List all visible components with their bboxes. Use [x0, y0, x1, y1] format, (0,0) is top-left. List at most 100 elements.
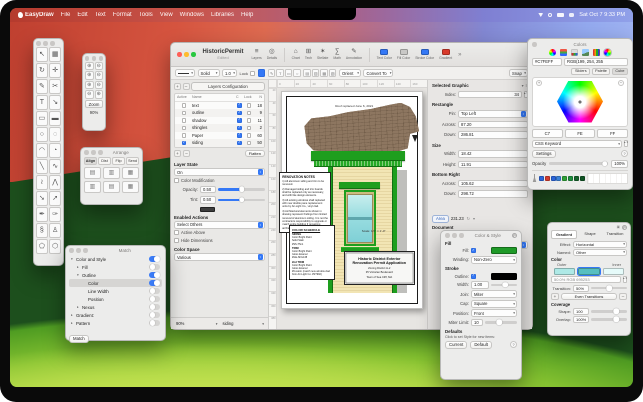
color-view-button[interactable]: Cube [611, 67, 628, 75]
title-block[interactable]: Historic District Exterior Renovation Pe… [343, 250, 415, 286]
layer-active-checkbox[interactable] [181, 103, 187, 108]
zoom-button[interactable]: ⊕ [85, 80, 94, 89]
layer-lock-checkbox[interactable] [246, 125, 252, 130]
zoom-button[interactable]: ⊖ [94, 61, 103, 70]
flatten-button[interactable]: Flatten [244, 150, 265, 157]
outline-checkbox[interactable] [471, 273, 476, 279]
color-schedule-box[interactable]: COLOR SCHEDULE SIDING Color Bright Paint… [289, 224, 336, 280]
eyedropper-icon[interactable] [532, 174, 537, 182]
color-swatch[interactable] [573, 175, 579, 181]
shape-field[interactable]: 100 [573, 307, 589, 315]
rgb-field[interactable]: RGB(199, 254, 255 [564, 58, 628, 66]
even-transitions-button[interactable]: Even Transitions [561, 293, 617, 301]
layer-active-checkbox[interactable] [181, 110, 187, 115]
tool-button[interactable]: ▬ [49, 111, 61, 126]
window-controls[interactable] [177, 52, 196, 57]
add-transition-button[interactable]: + [551, 293, 559, 301]
match-titlebar[interactable]: Match [69, 248, 162, 253]
tint-field[interactable]: 0.50 [200, 196, 216, 204]
named-dropdown[interactable]: Other [573, 248, 627, 256]
hide-dimensions-checkbox[interactable] [174, 238, 179, 243]
style-mini-button[interactable]: T [276, 69, 284, 77]
layer-row[interactable]: shingles 2 [175, 124, 264, 132]
arrange-tab[interactable]: Flip [112, 156, 125, 165]
overlap-field[interactable]: 100% [573, 315, 589, 323]
gradient-swatch[interactable] [577, 266, 601, 276]
zoom-button[interactable]: ⊕ [94, 90, 103, 99]
recalc-icon[interactable]: ↻ [467, 216, 470, 221]
color-cube-picker[interactable]: + − [532, 76, 628, 127]
across-field[interactable]: 87.20 [458, 120, 528, 128]
menu-item[interactable]: Libraries [211, 12, 234, 18]
window-shape[interactable] [343, 190, 376, 247]
remove-layer-button[interactable]: – [182, 83, 190, 90]
color-image-icon[interactable] [582, 49, 589, 56]
arrange-titlebar[interactable]: Arrange [84, 150, 139, 155]
menu-item[interactable]: View [160, 12, 173, 18]
style-mini-button[interactable]: ✎ [267, 69, 276, 77]
pin-dropdown[interactable]: Top Left [458, 109, 528, 118]
down-field[interactable]: 286.81 [458, 131, 528, 139]
gradient-stop-field[interactable]: 50.0% RGB 695253 [551, 276, 621, 284]
color-sliders-icon[interactable] [560, 49, 567, 56]
tool-button[interactable]: ∿ [49, 159, 61, 174]
match-row[interactable]: ▸ Fill [69, 263, 162, 271]
toolbar-button[interactable]: ∑ Math [333, 48, 341, 60]
shape-slider[interactable] [591, 310, 627, 313]
layer-color-checkbox[interactable] [237, 133, 242, 138]
arrange-button[interactable]: ▦ [122, 180, 139, 193]
color-cube-icon[interactable] [604, 49, 611, 56]
menu-item[interactable]: Format [113, 12, 132, 18]
match-toggle[interactable] [149, 255, 160, 263]
tool-button[interactable]: ↻ [36, 63, 48, 78]
control-center-icon[interactable] [569, 13, 575, 17]
colors-titlebar[interactable]: Colors [532, 41, 628, 48]
toolbar-button[interactable]: ✶ Stellate [317, 48, 328, 60]
arrange-button[interactable]: ▤ [103, 180, 120, 193]
layer-row[interactable]: siding 50 [175, 139, 264, 147]
transition-slider[interactable] [591, 286, 627, 290]
layer-color-checkbox[interactable] [237, 125, 242, 130]
layer-row[interactable]: text 18 [175, 102, 264, 110]
layer-color-checkbox[interactable] [237, 110, 242, 115]
help-button[interactable]: ? [510, 341, 517, 348]
miter-limit-slider[interactable] [485, 321, 517, 324]
active-above-checkbox[interactable] [174, 230, 179, 235]
layer-lock-checkbox[interactable] [246, 110, 252, 115]
search-icon[interactable] [548, 13, 553, 17]
position-dropdown[interactable]: Front [471, 309, 517, 317]
match-toggle[interactable] [149, 279, 160, 287]
tool-button[interactable]: ✎ [36, 79, 48, 94]
layer-plus-button[interactable]: + [174, 150, 181, 157]
toolbar-button[interactable]: ≡ Layers [252, 48, 262, 60]
index-field[interactable]: 34 [458, 90, 522, 98]
convert-to-dropdown[interactable]: Convert To [363, 69, 394, 77]
color-view-button[interactable]: Palette [591, 67, 611, 75]
align-button[interactable]: ▥ [311, 69, 320, 77]
toolbar-button[interactable]: ◎ Details [267, 48, 277, 60]
menu-item[interactable]: Help [241, 12, 253, 18]
match-row[interactable]: Color [69, 279, 162, 287]
layer-active-checkbox[interactable] [181, 133, 187, 138]
stroke-style-dropdown[interactable]: Solid [197, 69, 220, 77]
arrange-tab[interactable]: Dist [98, 156, 111, 165]
gradient-tab[interactable]: Shape [578, 230, 602, 239]
transition-field[interactable]: 50% [573, 284, 589, 292]
css-keyword-dropdown[interactable]: CSS Keyword [532, 139, 622, 148]
tool-button[interactable]: ✒ [36, 207, 48, 222]
toolbar-color-button[interactable]: Fill Color [397, 49, 410, 60]
overlap-slider[interactable] [591, 318, 627, 321]
stroke-width-slider[interactable] [491, 283, 517, 286]
tool-button[interactable]: ⬡ [49, 239, 61, 254]
hex-component-field[interactable]: FF [597, 128, 629, 138]
br-across-field[interactable]: 105.62 [458, 179, 528, 187]
layer-lock-checkbox[interactable] [246, 140, 252, 145]
gradient-swatch[interactable] [554, 267, 576, 275]
drawing-canvas[interactable]: 0 20 40 60 80 100 120 140 160 20 40 60 80 100 120 140 1… [269, 80, 427, 329]
wifi-icon[interactable] [538, 13, 544, 17]
match-row[interactable]: ▸ Nexus [69, 303, 162, 311]
default-button[interactable]: Default [470, 340, 492, 349]
stroke-width-field[interactable]: 1.00 [471, 281, 489, 289]
layer-color-checkbox[interactable] [237, 118, 242, 123]
zoom-button[interactable]: ⊖ [94, 71, 103, 80]
